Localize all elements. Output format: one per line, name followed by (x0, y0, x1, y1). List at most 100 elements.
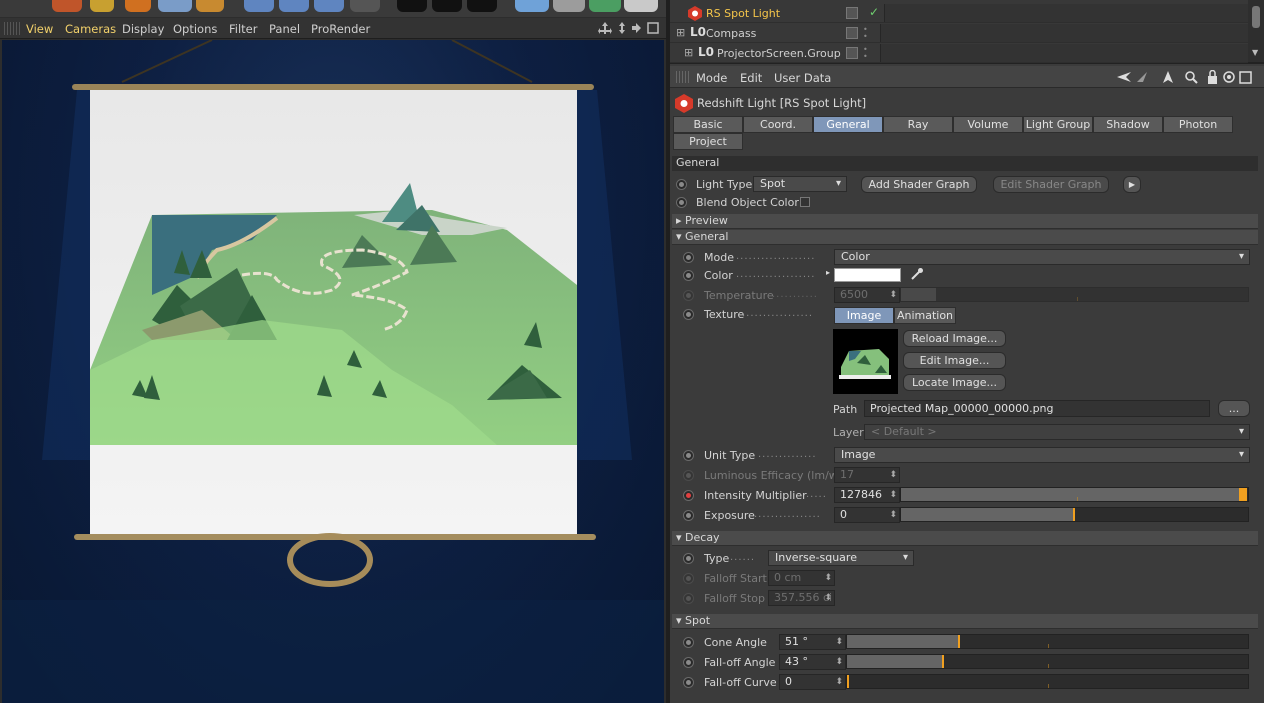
tab-light-group[interactable]: Light Group (1023, 116, 1093, 133)
tab-shadow[interactable]: Shadow (1093, 116, 1163, 133)
falloff-angle-slider[interactable] (846, 654, 1249, 669)
path-field[interactable]: Projected Map_00000_00000.png (864, 400, 1210, 417)
menu-edit[interactable]: Edit (740, 71, 762, 85)
spot-section-header[interactable]: ▾ Spot (672, 614, 1258, 629)
color-expand-arrow-icon[interactable]: ▸ (826, 268, 830, 277)
temperature-field[interactable]: 6500 (834, 287, 900, 303)
object-manager-scrollbar[interactable]: ▼ (1248, 0, 1264, 62)
falloff-curve-slider-knob[interactable] (847, 675, 849, 688)
menu-user-data[interactable]: User Data (774, 71, 831, 85)
visibility-flag-icon[interactable] (846, 7, 858, 19)
cone-angle-slider-knob[interactable] (958, 635, 960, 648)
deformer-icon[interactable] (624, 0, 658, 12)
intensity-field[interactable]: 127846 (834, 487, 900, 503)
viewport-navigation-icon[interactable] (598, 21, 660, 35)
tab-basic[interactable]: Basic (673, 116, 743, 133)
temperature-keyframe-icon[interactable] (683, 290, 694, 301)
grip-icon[interactable] (4, 22, 20, 35)
intensity-slider-knob[interactable] (1239, 488, 1247, 501)
menu-mode[interactable]: Mode (696, 71, 727, 85)
intensity-slider[interactable] (900, 487, 1249, 502)
locate-image-button[interactable]: Locate Image... (903, 374, 1006, 391)
tree-expand-icon[interactable]: ⊞ (676, 26, 685, 39)
falloff-start-keyframe-icon[interactable] (683, 573, 694, 584)
menu-prorender[interactable]: ProRender (311, 22, 370, 36)
coord-system-icon[interactable] (350, 0, 380, 12)
exposure-field[interactable]: 0 (834, 507, 900, 523)
object-row-projectorscreen-group[interactable]: ⊞ L0 ProjectorScreen.Group • • (670, 44, 1248, 63)
enabled-check-icon[interactable]: ✓ (869, 5, 879, 19)
exposure-keyframe-icon[interactable] (683, 510, 694, 521)
rotate-tool-icon[interactable] (125, 0, 151, 12)
layer-dropdown[interactable]: < Default > (864, 424, 1250, 440)
render-view-icon[interactable] (397, 0, 427, 12)
z-axis-icon[interactable] (314, 0, 344, 12)
cone-angle-keyframe-icon[interactable] (683, 637, 694, 648)
grip-icon[interactable] (676, 71, 690, 83)
panel-splitter[interactable] (666, 0, 670, 703)
cone-angle-slider[interactable] (846, 634, 1249, 649)
generator-icon[interactable] (589, 0, 621, 12)
render-dots-icon[interactable]: • • (863, 26, 869, 41)
menu-view[interactable]: View (26, 22, 53, 36)
color-swatch[interactable] (834, 268, 901, 282)
texture-image-tab[interactable]: Image (834, 307, 894, 324)
tab-volume[interactable]: Volume (953, 116, 1023, 133)
light-type-dropdown[interactable]: Spot (753, 176, 847, 192)
visibility-flag-icon[interactable] (846, 27, 858, 39)
tab-general[interactable]: General (813, 116, 883, 133)
menu-cameras[interactable]: Cameras (65, 22, 116, 36)
add-shader-graph-button[interactable]: Add Shader Graph (861, 176, 977, 193)
exposure-slider[interactable] (900, 507, 1249, 522)
falloff-stop-keyframe-icon[interactable] (683, 593, 694, 604)
texture-keyframe-icon[interactable] (683, 309, 694, 320)
falloff-curve-keyframe-icon[interactable] (683, 677, 694, 688)
preview-section-header[interactable]: ▸ Preview (672, 214, 1258, 229)
falloff-start-field[interactable]: 0 cm (768, 570, 835, 586)
mode-keyframe-icon[interactable] (683, 252, 694, 263)
cone-angle-field[interactable]: 51 ° (779, 634, 846, 650)
eyedropper-icon[interactable] (910, 267, 924, 281)
scale-tool-icon[interactable] (90, 0, 114, 12)
reload-image-button[interactable]: Reload Image... (903, 330, 1006, 347)
render-settings-icon[interactable] (467, 0, 497, 12)
texture-animation-tab[interactable]: Animation (894, 307, 956, 324)
spline-icon[interactable] (553, 0, 585, 12)
tab-ray[interactable]: Ray (883, 116, 953, 133)
falloff-curve-field[interactable]: 0 (779, 674, 846, 690)
menu-options[interactable]: Options (173, 22, 217, 36)
mode-dropdown[interactable]: Color (834, 249, 1250, 265)
path-browse-button[interactable]: ... (1218, 400, 1250, 417)
falloff-angle-field[interactable]: 43 ° (779, 654, 846, 670)
undo-icon[interactable] (196, 0, 224, 12)
move-tool-icon[interactable] (52, 0, 82, 12)
menu-filter[interactable]: Filter (229, 22, 257, 36)
edit-shader-graph-button[interactable]: Edit Shader Graph (993, 176, 1109, 193)
live-select-icon[interactable] (158, 0, 192, 12)
texture-thumbnail[interactable] (833, 329, 898, 394)
decay-type-dropdown[interactable]: Inverse-square (768, 550, 914, 566)
object-row-rs-spot-light[interactable]: RS Spot Light ✓ (670, 4, 1248, 23)
tree-expand-icon[interactable]: ⊞ (684, 46, 693, 59)
general-section-header[interactable]: ▾ General (672, 230, 1258, 245)
x-axis-icon[interactable] (244, 0, 274, 12)
cube-icon[interactable] (515, 0, 549, 12)
unit-type-keyframe-icon[interactable] (683, 450, 694, 461)
decay-type-keyframe-icon[interactable] (683, 553, 694, 564)
3d-viewport-scene[interactable] (2, 40, 664, 703)
shader-graph-play-button[interactable]: ▶ (1123, 176, 1141, 193)
intensity-keyframe-icon[interactable] (683, 490, 694, 501)
menu-display[interactable]: Display (122, 22, 164, 36)
exposure-slider-knob[interactable] (1073, 508, 1075, 521)
falloff-stop-field[interactable]: 357.556 ci (768, 590, 835, 606)
light-type-keyframe-icon[interactable] (676, 179, 687, 190)
blend-object-color-checkbox[interactable] (800, 197, 810, 207)
edit-image-button[interactable]: Edit Image... (903, 352, 1006, 369)
render-dots-icon[interactable]: • • (863, 46, 869, 61)
falloff-angle-keyframe-icon[interactable] (683, 657, 694, 668)
luminous-efficacy-field[interactable]: 17 (834, 467, 900, 483)
falloff-angle-slider-knob[interactable] (942, 655, 944, 668)
color-keyframe-icon[interactable] (683, 270, 694, 281)
tab-project[interactable]: Project (673, 133, 743, 150)
falloff-curve-slider[interactable] (846, 674, 1249, 689)
